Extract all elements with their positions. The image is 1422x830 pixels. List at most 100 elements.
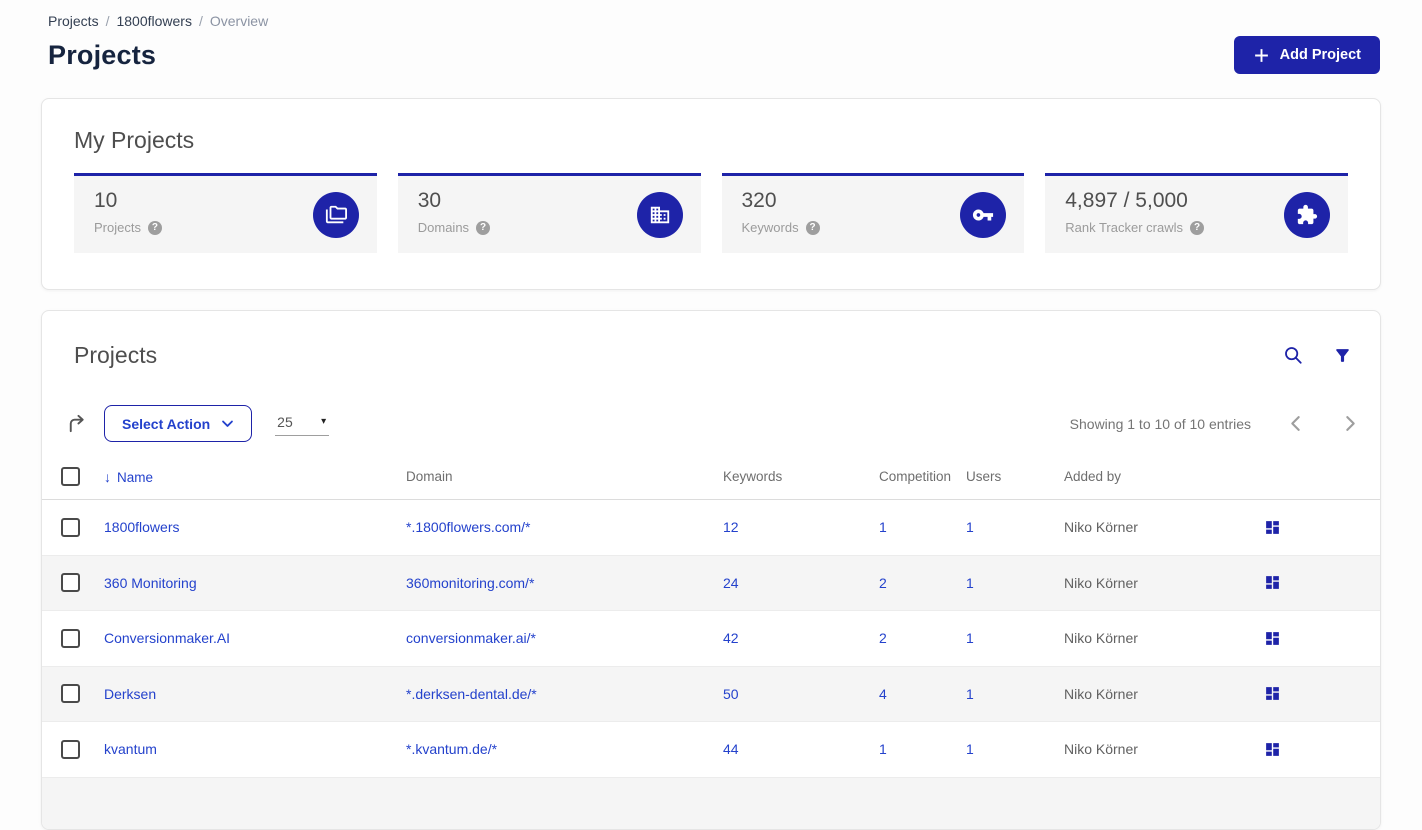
page-size-select[interactable]: 25 ▾: [275, 412, 329, 436]
help-icon[interactable]: ?: [806, 221, 820, 235]
column-header-competition[interactable]: Competition: [879, 469, 966, 484]
dashboard-icon[interactable]: [1262, 517, 1283, 538]
key-icon: [960, 192, 1006, 238]
keywords-count-link[interactable]: 50: [723, 686, 739, 702]
pagination-prev-icon[interactable]: [1287, 413, 1304, 434]
stat-projects-label: Projects: [94, 220, 141, 235]
breadcrumb-separator: /: [106, 13, 110, 29]
competition-count-link[interactable]: 2: [879, 630, 887, 646]
table-row: Conversionmaker.AI conversionmaker.ai/* …: [42, 611, 1380, 667]
table-toolbar: Select Action 25 ▾ Showing 1 to 10 of 10…: [42, 369, 1380, 442]
sort-desc-icon: ↓: [104, 469, 111, 485]
row-checkbox[interactable]: [61, 573, 80, 592]
breadcrumb-1800flowers[interactable]: 1800flowers: [116, 13, 192, 29]
help-icon[interactable]: ?: [1190, 221, 1204, 235]
select-all-checkbox[interactable]: [61, 467, 80, 486]
project-domain-link[interactable]: *.kvantum.de/*: [406, 741, 497, 757]
users-count-link[interactable]: 1: [966, 686, 974, 702]
breadcrumb-projects[interactable]: Projects: [48, 13, 99, 29]
breadcrumb-separator: /: [199, 13, 203, 29]
add-project-button[interactable]: Add Project: [1234, 36, 1380, 74]
added-by-text: Niko Körner: [1064, 630, 1250, 646]
keywords-count-link[interactable]: 44: [723, 741, 739, 757]
filter-icon[interactable]: [1329, 342, 1356, 369]
competition-count-link[interactable]: 1: [879, 741, 887, 757]
select-action-dropdown[interactable]: Select Action: [104, 405, 252, 442]
showing-entries-text: Showing 1 to 10 of 10 entries: [1070, 416, 1251, 432]
added-by-text: Niko Körner: [1064, 575, 1250, 591]
stats-row: 10 Projects ? 30 Domains ?: [74, 173, 1348, 253]
caret-down-icon: ▾: [321, 416, 326, 427]
table-row: 1800flowers *.1800flowers.com/* 12 1 1 N…: [42, 500, 1380, 556]
project-name-link[interactable]: 360 Monitoring: [104, 575, 197, 591]
project-name-link[interactable]: 1800flowers: [104, 519, 180, 535]
projects-folders-icon: [313, 192, 359, 238]
competition-count-link[interactable]: 1: [879, 519, 887, 535]
my-projects-title: My Projects: [74, 127, 1348, 154]
table-row: 360 Monitoring 360monitoring.com/* 24 2 …: [42, 556, 1380, 612]
stat-keywords: 320 Keywords ?: [722, 173, 1025, 253]
added-by-text: Niko Körner: [1064, 519, 1250, 535]
table-row-partial: [42, 778, 1380, 830]
users-count-link[interactable]: 1: [966, 575, 974, 591]
users-count-link[interactable]: 1: [966, 741, 974, 757]
table-row: Derksen *.derksen-dental.de/* 50 4 1 Nik…: [42, 667, 1380, 723]
projects-card: Projects Select Action 25 ▾ Showing 1 to…: [41, 310, 1381, 830]
table-header-row: ↓Name Domain Keywords Competition Users …: [42, 454, 1380, 500]
stat-projects: 10 Projects ?: [74, 173, 377, 253]
project-domain-link[interactable]: *.1800flowers.com/*: [406, 519, 531, 535]
dashboard-icon[interactable]: [1262, 739, 1283, 760]
stat-rank-tracker-label: Rank Tracker crawls: [1065, 220, 1183, 235]
column-header-users[interactable]: Users: [966, 469, 1064, 484]
users-count-link[interactable]: 1: [966, 519, 974, 535]
table-row: kvantum *.kvantum.de/* 44 1 1 Niko Körne…: [42, 722, 1380, 778]
project-domain-link[interactable]: 360monitoring.com/*: [406, 575, 534, 591]
keywords-count-link[interactable]: 42: [723, 630, 739, 646]
stat-domains: 30 Domains ?: [398, 173, 701, 253]
pagination-next-icon[interactable]: [1342, 413, 1359, 434]
row-checkbox[interactable]: [61, 684, 80, 703]
help-icon[interactable]: ?: [476, 221, 490, 235]
keywords-count-link[interactable]: 24: [723, 575, 739, 591]
project-domain-link[interactable]: *.derksen-dental.de/*: [406, 686, 537, 702]
stat-rank-tracker: 4,897 / 5,000 Rank Tracker crawls ?: [1045, 173, 1348, 253]
export-share-icon[interactable]: [65, 412, 88, 435]
add-project-label: Add Project: [1280, 47, 1361, 63]
dashboard-icon[interactable]: [1262, 683, 1283, 704]
column-header-added-by[interactable]: Added by: [1064, 469, 1250, 484]
column-header-domain[interactable]: Domain: [406, 469, 723, 484]
row-checkbox[interactable]: [61, 629, 80, 648]
breadcrumb-overview: Overview: [210, 13, 268, 29]
select-action-label: Select Action: [122, 416, 210, 432]
row-checkbox[interactable]: [61, 518, 80, 537]
added-by-text: Niko Körner: [1064, 741, 1250, 757]
stat-domains-label: Domains: [418, 220, 469, 235]
project-name-link[interactable]: kvantum: [104, 741, 157, 757]
added-by-text: Niko Körner: [1064, 686, 1250, 702]
projects-panel-title: Projects: [74, 342, 157, 369]
plus-icon: [1253, 47, 1270, 64]
chevron-down-icon: [221, 417, 234, 430]
competition-count-link[interactable]: 2: [879, 575, 887, 591]
competition-count-link[interactable]: 4: [879, 686, 887, 702]
dashboard-icon[interactable]: [1262, 628, 1283, 649]
breadcrumb: Projects / 1800flowers / Overview: [48, 13, 1380, 29]
project-name-link[interactable]: Derksen: [104, 686, 156, 702]
stat-keywords-label: Keywords: [742, 220, 799, 235]
project-domain-link[interactable]: conversionmaker.ai/*: [406, 630, 536, 646]
my-projects-card: My Projects 10 Projects ? 30 Domains ?: [41, 98, 1381, 290]
column-header-keywords[interactable]: Keywords: [723, 469, 879, 484]
page-size-value: 25: [277, 414, 293, 430]
column-header-name[interactable]: ↓Name: [104, 469, 406, 485]
keywords-count-link[interactable]: 12: [723, 519, 739, 535]
page-header: Projects / 1800flowers / Overview Projec…: [0, 0, 1422, 74]
dashboard-icon[interactable]: [1262, 572, 1283, 593]
search-icon[interactable]: [1279, 341, 1307, 369]
projects-table: ↓Name Domain Keywords Competition Users …: [42, 454, 1380, 830]
row-checkbox[interactable]: [61, 740, 80, 759]
project-name-link[interactable]: Conversionmaker.AI: [104, 630, 230, 646]
domain-building-icon: [637, 192, 683, 238]
help-icon[interactable]: ?: [148, 221, 162, 235]
users-count-link[interactable]: 1: [966, 630, 974, 646]
page-title: Projects: [48, 40, 156, 71]
